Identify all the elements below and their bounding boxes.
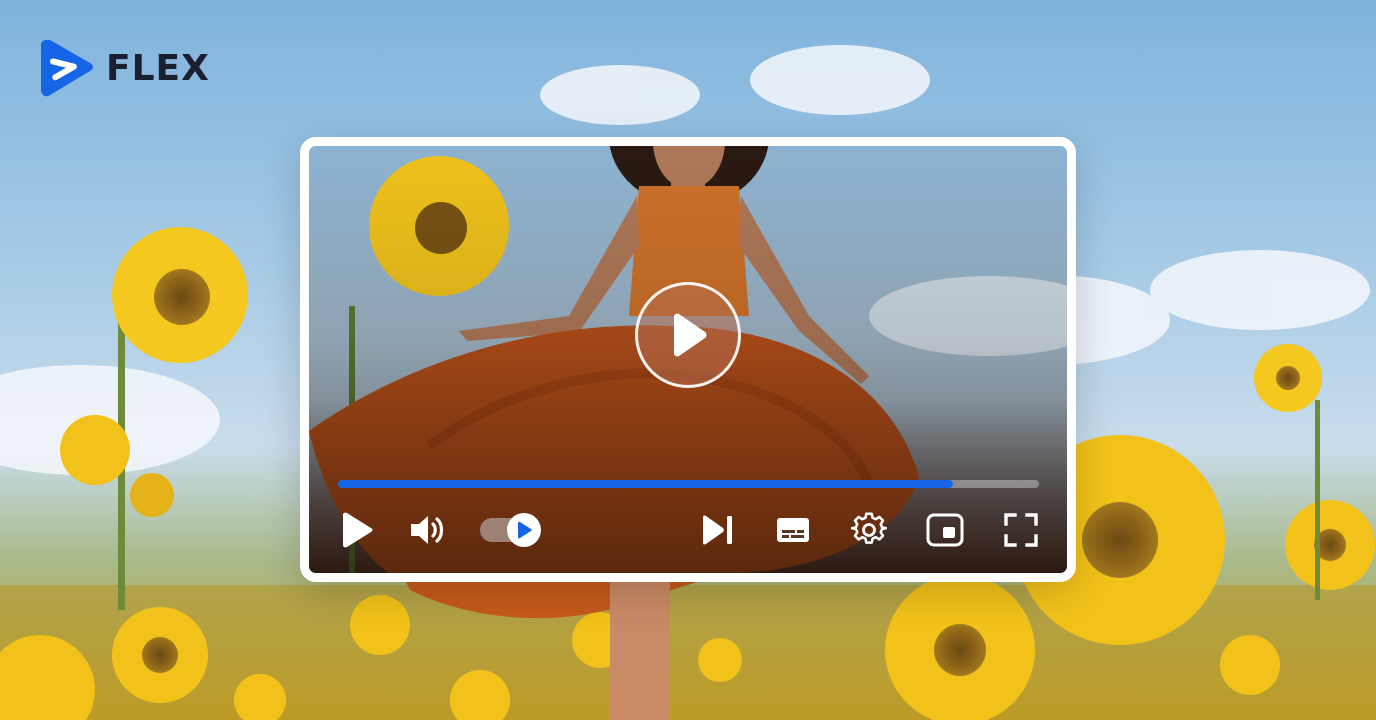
play-button[interactable] [336,510,376,550]
play-icon [343,512,373,548]
big-play-button[interactable] [635,282,741,388]
brand-logo[interactable]: FLEX [40,38,210,98]
autoplay-toggle-knob[interactable] [507,513,541,547]
miniplayer-icon [926,513,964,547]
fullscreen-button[interactable] [1001,510,1041,550]
video-player[interactable] [300,137,1076,582]
miniplayer-button[interactable] [925,510,965,550]
flex-logo-icon [41,40,93,97]
settings-button[interactable] [849,510,889,550]
volume-button[interactable] [408,510,448,550]
progress-bar-fill [338,480,954,488]
fullscreen-icon [1004,513,1038,547]
captions-icon [777,518,809,542]
hero-banner: FLEX [0,0,1376,720]
gear-icon [851,512,887,544]
volume-icon [411,516,444,544]
progress-bar[interactable] [338,480,1039,488]
play-icon [674,313,707,357]
skip-next-icon [703,515,732,545]
next-button[interactable] [697,510,737,550]
play-icon [518,521,532,539]
brand-name: FLEX [106,47,210,89]
captions-button[interactable] [773,510,813,550]
